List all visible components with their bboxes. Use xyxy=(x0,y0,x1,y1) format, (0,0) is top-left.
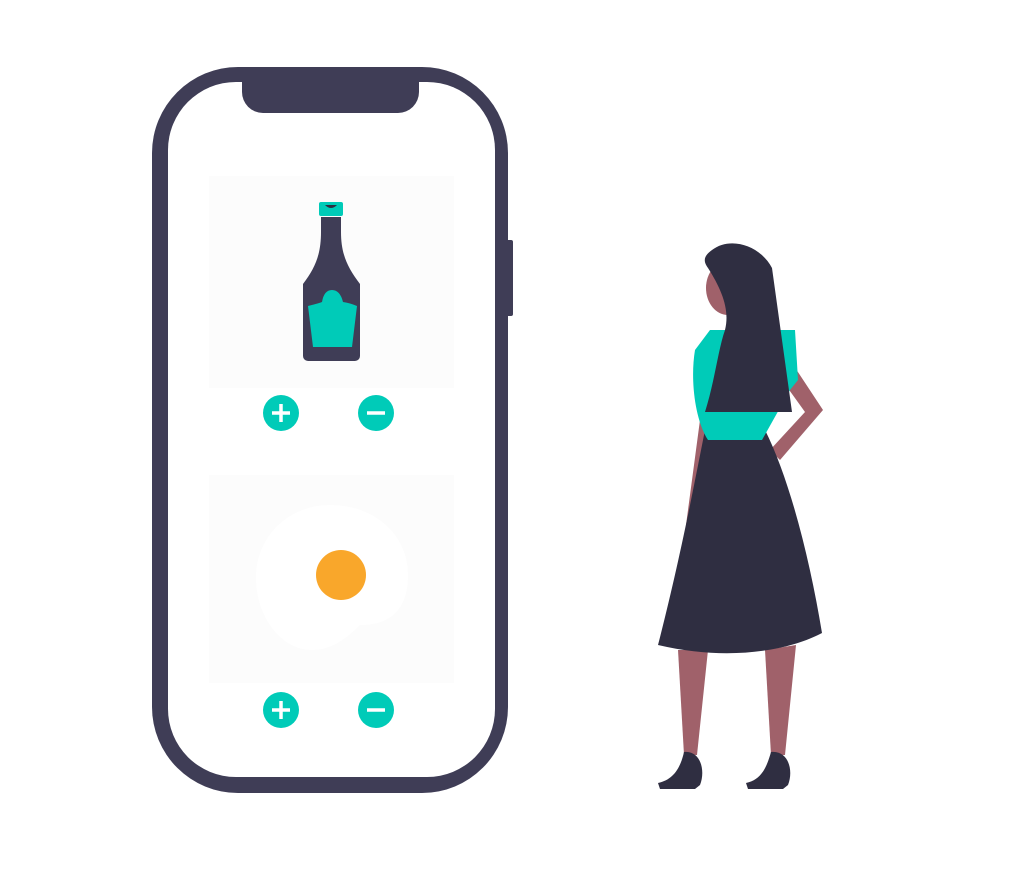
remove-bottle-button[interactable] xyxy=(358,395,394,431)
illustration xyxy=(152,67,823,793)
product-card-bottle xyxy=(209,176,454,388)
remove-egg-button[interactable] xyxy=(358,692,394,728)
product-card-egg xyxy=(209,475,454,683)
add-bottle-button[interactable] xyxy=(263,395,299,431)
add-egg-button[interactable] xyxy=(263,692,299,728)
phone xyxy=(152,67,513,793)
phone-notch xyxy=(242,70,419,113)
woman-figure xyxy=(658,243,823,789)
